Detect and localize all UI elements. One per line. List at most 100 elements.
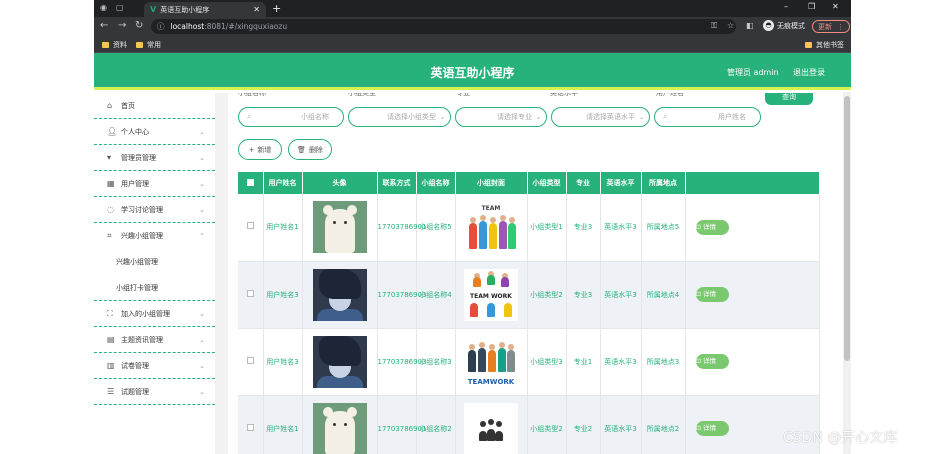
filter-label: 小组名称 bbox=[238, 93, 266, 97]
delete-button-label: 删除 bbox=[308, 145, 323, 154]
detail-button[interactable]: ⊡ 详情 bbox=[695, 287, 729, 302]
select-all-checkbox[interactable] bbox=[246, 178, 254, 186]
back-icon[interactable]: ← bbox=[100, 20, 108, 31]
restore-icon[interactable]: ❐ bbox=[808, 2, 815, 11]
close-window-icon[interactable]: ✕ bbox=[832, 2, 839, 11]
sidebar-item-label: 试卷管理 bbox=[121, 361, 149, 370]
sidebar-item-label: 加入的小组管理 bbox=[121, 309, 170, 318]
row-checkbox[interactable] bbox=[246, 222, 254, 230]
folder-icon bbox=[102, 42, 109, 48]
column-header: 小组封面 bbox=[455, 172, 528, 194]
chevron-down-icon: ⌄ bbox=[199, 153, 205, 162]
cell-avatar bbox=[302, 395, 378, 454]
cell-cover bbox=[455, 395, 528, 454]
delete-button[interactable]: 🗑︎ 删除 bbox=[288, 139, 332, 160]
cell-type: 小组类型3 bbox=[527, 328, 567, 396]
search-icon: ⌕ bbox=[663, 112, 668, 121]
sidebar-item-label: 兴趣小组管理 bbox=[121, 232, 163, 240]
site-info-icon[interactable]: ⓘ bbox=[157, 21, 165, 32]
cell-level: 英语水平3 bbox=[600, 261, 642, 329]
cell-avatar bbox=[302, 328, 378, 396]
address-bar: ← → ↻ ⓘ localhost :8081/#/xingquxiaozu ⚿… bbox=[94, 17, 851, 36]
placeholder: 请选择英语水平 bbox=[586, 113, 635, 121]
vue-favicon-icon: V bbox=[150, 5, 157, 14]
english-level-select[interactable]: 请选择英语水平 ⌄ bbox=[551, 107, 650, 127]
sidebar-item-label: 用户管理 bbox=[121, 179, 149, 188]
cell-major: 专业3 bbox=[566, 194, 601, 262]
detail-button[interactable]: ⊡ 详情 bbox=[695, 421, 729, 436]
chrome-icon[interactable]: ◉ bbox=[100, 3, 107, 12]
sidebar-item-users[interactable]: ▦ 用户管理 ⌄ bbox=[94, 171, 215, 197]
filter-label: 小组类型 bbox=[348, 93, 376, 97]
browser-tab[interactable]: V 英语互助小程序 ✕ bbox=[144, 2, 266, 17]
cell-avatar bbox=[302, 194, 378, 262]
row-checkbox[interactable] bbox=[246, 356, 254, 364]
select-all-cell[interactable] bbox=[238, 172, 264, 194]
sidebar-gutter bbox=[215, 93, 228, 454]
sidebar-item-discussion[interactable]: ◌ 学习讨论管理 ⌄ bbox=[94, 197, 215, 223]
close-tab-icon[interactable]: ✕ bbox=[253, 5, 260, 14]
profile-label: 无痕模式 bbox=[777, 21, 805, 30]
username-input[interactable]: ⌕ 用户姓名 bbox=[654, 107, 761, 127]
search-button[interactable]: 查询 bbox=[765, 93, 813, 105]
sidebar-item-news[interactable]: ▤ 主题资讯管理 ⌄ bbox=[94, 327, 215, 353]
forward-icon[interactable]: → bbox=[118, 20, 126, 31]
minimize-icon[interactable]: – bbox=[784, 2, 788, 11]
other-bookmarks[interactable]: 其他书签 bbox=[805, 40, 844, 50]
reload-icon[interactable]: ↻ bbox=[135, 20, 143, 31]
cover-text: TEAM bbox=[481, 205, 501, 213]
major-select[interactable]: 请选择专业 ⌄ bbox=[455, 107, 547, 127]
add-button-label: 新增 bbox=[257, 145, 272, 154]
sidebar-item-label: 个人中心 bbox=[121, 127, 149, 136]
cell-group: 小组名称5 bbox=[416, 194, 456, 262]
url-field[interactable]: ⓘ localhost :8081/#/xingquxiaozu bbox=[151, 19, 736, 34]
sidebar-subitem-checkin[interactable]: 小组打卡管理 bbox=[94, 275, 215, 301]
table-row: 用户姓名3 17703786903 小组名称4 TEAM WORK 小组类型2 … bbox=[238, 261, 820, 329]
cell-actions: ⊡ 详情 bbox=[685, 261, 820, 329]
folder-icon bbox=[136, 42, 143, 48]
sidebar-item-papers[interactable]: ▥ 试卷管理 ⌄ bbox=[94, 353, 215, 379]
group-name-input[interactable]: ⌕ 小组名称 bbox=[238, 107, 344, 127]
sidebar: ⌂ 首页 👤︎ 个人中心 ⌄ ▾ 管理员管理 ⌄ ▦ 用户管理 ⌄ ◌ 学习讨论… bbox=[94, 93, 215, 454]
filter-label: 用户姓名 bbox=[656, 93, 684, 97]
bookmark-folder[interactable]: 常用 bbox=[136, 40, 161, 50]
bookmark-folder[interactable]: 资料 bbox=[102, 40, 127, 50]
sidebar-item-profile[interactable]: 👤︎ 个人中心 ⌄ bbox=[94, 119, 215, 145]
key-icon[interactable]: ⚿ bbox=[711, 21, 717, 31]
tab-title: 英语互助小程序 bbox=[160, 5, 210, 14]
incognito-profile[interactable]: ◓ 无痕模式 bbox=[763, 20, 805, 31]
column-header: 头像 bbox=[302, 172, 378, 194]
star-icon[interactable]: ☆ bbox=[727, 21, 734, 30]
sidebar-item-admins[interactable]: ▾ 管理员管理 ⌄ bbox=[94, 145, 215, 171]
row-checkbox[interactable] bbox=[246, 289, 254, 297]
update-label: 更新 bbox=[818, 22, 832, 31]
tab-search-icon[interactable]: ▢ bbox=[116, 3, 124, 12]
add-button[interactable]: + 新增 bbox=[238, 139, 282, 160]
detail-button[interactable]: ⊡ 详情 bbox=[695, 219, 729, 235]
cell-level: 英语水平3 bbox=[600, 395, 642, 454]
detail-label: 详情 bbox=[703, 222, 717, 231]
sidebar-item-questions[interactable]: ☰ 试题管理 ⌄ bbox=[94, 379, 215, 405]
cell-type: 小组类型2 bbox=[527, 395, 567, 454]
cell-level: 英语水平3 bbox=[600, 194, 642, 262]
chevron-up-icon: ⌃ bbox=[199, 232, 205, 240]
update-button[interactable]: 更新 ⋮ bbox=[812, 20, 850, 33]
new-tab-icon[interactable]: + bbox=[272, 2, 281, 15]
detail-button[interactable]: ⊡ 详情 bbox=[695, 354, 729, 369]
cell-phone: 17703786903 bbox=[377, 261, 427, 329]
side-panel-icon[interactable]: ◧ bbox=[746, 21, 754, 30]
sidebar-item-groups[interactable]: ⌗ 兴趣小组管理 ⌃ bbox=[94, 223, 215, 249]
sidebar-item-joined[interactable]: ⛶ 加入的小组管理 ⌄ bbox=[94, 301, 215, 327]
cell-group: 小组名称3 bbox=[416, 328, 456, 396]
cell-user: 用户姓名3 bbox=[263, 261, 303, 329]
cell-cover: TEAM WORK bbox=[455, 261, 528, 329]
logout-link[interactable]: 退出登录 bbox=[793, 67, 825, 78]
sidebar-subitem-groups[interactable]: 兴趣小组管理 bbox=[94, 249, 215, 275]
sidebar-item-home[interactable]: ⌂ 首页 bbox=[94, 93, 215, 119]
page-scrollbar-thumb[interactable] bbox=[844, 96, 850, 361]
cell-actions: ⊡ 详情 bbox=[685, 328, 820, 396]
row-checkbox[interactable] bbox=[246, 423, 254, 431]
cell-phone: 17703786901 bbox=[377, 395, 427, 454]
news-icon: ▤ bbox=[107, 335, 115, 344]
group-type-select[interactable]: 请选择小组类型 ⌄ bbox=[348, 107, 451, 127]
